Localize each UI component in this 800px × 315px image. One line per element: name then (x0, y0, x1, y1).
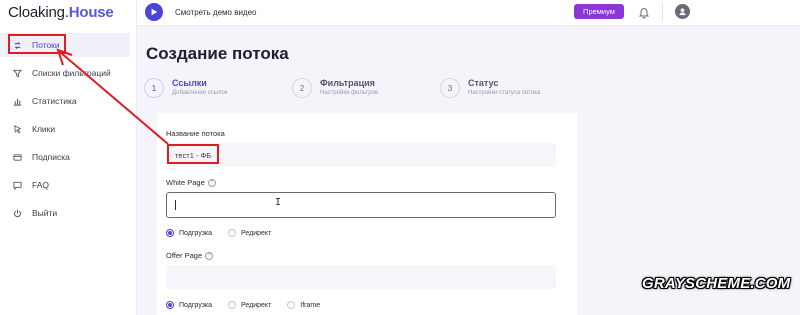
sidebar-item-label: FAQ (32, 180, 50, 190)
sidebar-item-filter-lists[interactable]: Списки фильтраций (0, 61, 130, 85)
step-number: 1 (144, 78, 164, 98)
step-subtitle: Настройки фильтров (320, 90, 379, 96)
cursor-click-icon (12, 124, 22, 134)
step-title: Статус (468, 78, 499, 88)
chat-icon (12, 180, 22, 190)
filter-icon (12, 68, 22, 78)
sidebar-item-logout[interactable]: Выйти (0, 201, 130, 225)
annotation-highlight-name (167, 144, 219, 164)
watermark: GRAYSCHEME.COM (642, 275, 791, 292)
logo[interactable]: Cloaking.House (8, 4, 114, 21)
avatar[interactable] (675, 4, 690, 19)
white-page-input[interactable] (166, 192, 556, 218)
step-title: Фильтрация (320, 78, 375, 88)
divider (662, 3, 663, 21)
help-icon[interactable]: ? (207, 179, 216, 188)
help-icon[interactable]: ? (205, 252, 214, 261)
stream-name-input[interactable]: тест1 - ФБ (166, 143, 556, 167)
step-subtitle: Настройки статуса потока (468, 90, 541, 96)
step-filtering[interactable]: 2 Фильтрация Настройки фильтров (292, 78, 422, 100)
play-icon (151, 8, 158, 16)
step-links[interactable]: 1 Ссылки Добавление ссылок (144, 78, 274, 100)
step-number: 2 (292, 78, 312, 98)
white-page-label: White Page? (166, 178, 216, 188)
radio-dot (287, 301, 296, 309)
demo-video-link[interactable]: Смотреть демо видео (175, 8, 256, 17)
offer-page-label: Offer Page? (166, 251, 214, 261)
stream-name-label: Название потока (166, 129, 225, 138)
offer-page-input[interactable] (166, 265, 556, 289)
annotation-highlight-streams (8, 34, 66, 54)
sidebar-item-label: Списки фильтраций (32, 68, 111, 78)
radio-dot (166, 301, 174, 309)
page-title: Создание потока (146, 44, 289, 63)
offer-page-mode: Подгрузка Редирект Iframe (166, 301, 336, 309)
user-icon (679, 8, 686, 16)
sidebar-item-label: Клики (32, 124, 56, 134)
radio-dot (228, 229, 237, 237)
radio-dot (166, 229, 174, 237)
user-name-redacted (697, 6, 797, 18)
white-page-mode: Подгрузка Редирект (166, 229, 287, 237)
step-status[interactable]: 3 Статус Настройки статуса потока (440, 78, 590, 100)
sidebar-item-label: Статистика (32, 96, 77, 106)
bar-chart-icon (12, 96, 22, 106)
sidebar-item-label: Выйти (32, 208, 58, 218)
play-demo-button[interactable] (145, 3, 163, 21)
ibeam-cursor: I (275, 197, 282, 208)
radio-redirect[interactable]: Редирект (228, 301, 271, 309)
radio-dot (228, 301, 237, 309)
text-caret (175, 200, 176, 210)
sidebar-item-faq[interactable]: FAQ (0, 173, 130, 197)
premium-button[interactable]: Премиум (574, 4, 624, 19)
step-subtitle: Добавление ссылок (172, 90, 228, 96)
radio-redirect[interactable]: Редирект (228, 229, 271, 237)
card-icon (12, 152, 22, 162)
step-title: Ссылки (172, 78, 207, 88)
radio-iframe[interactable]: Iframe (287, 301, 320, 309)
sidebar-item-clicks[interactable]: Клики (0, 117, 130, 141)
step-number: 3 (440, 78, 460, 98)
sidebar-item-label: Подписка (32, 152, 70, 162)
sidebar-item-statistics[interactable]: Статистика (0, 89, 130, 113)
power-icon (12, 208, 22, 218)
topbar: Смотреть демо видео Премиум (137, 0, 800, 26)
bell-icon[interactable] (637, 5, 651, 19)
radio-preload[interactable]: Подгрузка (166, 229, 212, 237)
sidebar-item-subscription[interactable]: Подписка (0, 145, 130, 169)
radio-preload[interactable]: Подгрузка (166, 301, 212, 309)
